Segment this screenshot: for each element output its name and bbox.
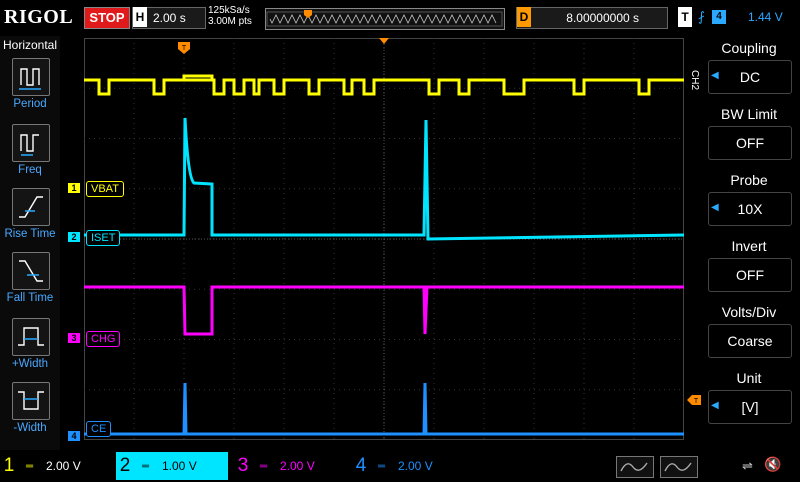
ch1-status[interactable]: 1 ═ 2.00 V [0,452,110,480]
bw-limit-value: OFF [708,126,792,160]
fall-time-icon [12,252,50,290]
run-stop-indicator[interactable]: STOP [84,7,130,29]
center-time-marker [379,38,389,44]
left-arrow-icon: ◀ [711,400,719,411]
ch4-number: 4 [355,455,367,476]
ch3-scale: 2.00 V [280,459,315,473]
volts-div-value: Coarse [708,324,792,358]
probe-title: Probe [730,172,768,188]
neg-width-label: -Width [13,422,47,434]
horizontal-label: H [133,7,147,27]
left-arrow-icon: ◀ [711,70,719,81]
channel-status-bar: 1 ═ 2.00 V 2 ═ 1.00 V 3 ═ 2.00 V 4 ═ 2.0… [0,452,800,480]
menu-bw-limit[interactable]: BW Limit OFF [704,104,794,166]
measure-fall-time[interactable]: Fall Time [0,252,60,316]
mute-speaker-icon[interactable]: 🔇 [764,456,781,473]
ch2-ground-marker[interactable]: 2 [68,232,80,242]
coupling-title: Coupling [721,40,777,56]
bw-limit-title: BW Limit [721,106,777,122]
dc-coupling-icon: ═ [26,461,34,472]
invert-value: OFF [708,258,792,292]
ch2-status[interactable]: 2 ═ 1.00 V [116,452,228,480]
horizontal-timebase[interactable]: H 2.00 s [132,7,206,29]
menu-title: Horizontal [2,38,58,52]
coupling-value: DC [708,60,792,94]
unit-title: Unit [736,370,762,386]
ch3-ground-marker[interactable]: 3 [68,333,80,343]
ch3-number: 3 [237,455,249,476]
rise-time-icon [12,188,50,226]
usb-icon: ⇌ [742,458,753,473]
freq-icon [12,124,50,162]
fall-time-label: Fall Time [6,292,54,304]
ch1-scale: 2.00 V [46,459,81,473]
trigger-level: 1.44 V [748,10,783,24]
trigger-level-marker[interactable]: T [687,395,701,405]
pos-width-label: +Width [11,358,49,370]
ch2-label: ISET [86,230,121,246]
sample-rate: 125kSa/s [208,5,250,16]
probe-value: 10X [708,192,792,226]
menu-unit[interactable]: Unit [V] ◀ [704,368,794,430]
top-status-bar: RIGOL STOP H 2.00 s 125kSa/s 3.00M pts D… [0,0,800,36]
dc-coupling-icon: ═ [142,461,150,472]
period-icon [12,58,50,96]
acquisition-info: 125kSa/s 3.00M pts [208,5,252,27]
ch3-label: CHG [86,331,121,347]
math-waveform-icon[interactable] [616,456,654,478]
channel-settings-menu: Coupling DC ◀ BW Limit OFF Probe 10X ◀ I… [704,38,794,448]
delay-label: D [517,7,531,27]
menu-volts-div[interactable]: Volts/Div Coarse [704,302,794,364]
memory-overview-strip[interactable] [265,8,505,30]
brand-logo: RIGOL [4,6,74,28]
trigger-source: 4 [712,10,726,24]
dc-coupling-icon: ═ [260,461,268,472]
ch4-status[interactable]: 4 ═ 2.00 V [352,452,462,480]
ch1-ground-marker[interactable]: 1 [68,183,80,193]
measure-pos-width[interactable]: +Width [0,318,60,382]
rising-edge-icon: ⨏ [698,9,705,24]
dc-coupling-icon: ═ [378,461,386,472]
ch4-scale: 2.00 V [398,459,433,473]
waveform-canvas [84,38,684,440]
delay-value: 8.00000000 s [566,11,639,25]
trigger-status[interactable]: T ⨏ 4 1.44 V [678,7,796,27]
measure-neg-width[interactable]: -Width [0,382,60,446]
ch2-number: 2 [119,455,131,476]
menu-probe[interactable]: Probe 10X ◀ [704,170,794,232]
ch1-number: 1 [3,455,15,476]
pos-width-icon [12,318,50,356]
unit-value: [V] [708,390,792,424]
ch1-label: VBAT [86,181,124,197]
horizontal-measure-menu: Horizontal Period Freq Rise Time Fall Ti… [0,36,60,450]
delay-offset[interactable]: D 8.00000000 s [516,7,668,29]
menu-coupling[interactable]: Coupling DC ◀ [704,38,794,100]
neg-width-icon [12,382,50,420]
period-label: Period [13,98,47,110]
ref-waveform-icon[interactable] [660,456,698,478]
rise-time-label: Rise Time [4,228,56,240]
ch3-status[interactable]: 3 ═ 2.00 V [234,452,344,480]
measure-period[interactable]: Period [0,58,60,122]
waveform-display[interactable]: T [84,38,684,440]
measure-freq[interactable]: Freq [0,124,60,188]
left-arrow-icon: ◀ [711,202,719,213]
trigger-position-marker[interactable]: T [178,42,190,54]
menu-invert[interactable]: Invert OFF [704,236,794,298]
measure-rise-time[interactable]: Rise Time [0,188,60,252]
ch4-label: CE [86,421,112,437]
ch4-ground-marker[interactable]: 4 [68,431,80,441]
freq-label: Freq [18,164,42,176]
svg-text:T: T [182,45,187,52]
ch2-scale: 1.00 V [162,459,197,473]
channel-menu-tag: CH2 [689,70,700,91]
volts-div-title: Volts/Div [721,304,777,320]
memory-depth: 3.00M pts [208,16,252,27]
invert-title: Invert [731,238,767,254]
svg-text:T: T [694,398,699,405]
timebase-value: 2.00 s [153,11,186,25]
trigger-label: T [678,7,692,27]
